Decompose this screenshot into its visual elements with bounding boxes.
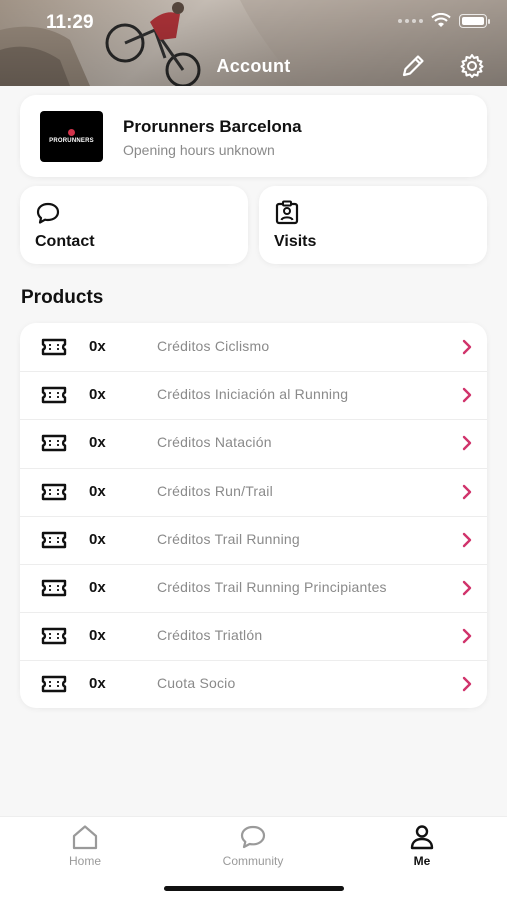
ticket-icon bbox=[41, 531, 67, 548]
tab-home[interactable]: Home bbox=[25, 823, 145, 879]
products-heading: Products bbox=[21, 287, 104, 308]
store-card[interactable]: PRORUNNERS Prorunners Barcelona Opening … bbox=[20, 95, 487, 177]
store-logo: PRORUNNERS bbox=[40, 111, 103, 162]
home-icon bbox=[72, 825, 98, 850]
wifi-icon bbox=[431, 13, 451, 27]
product-quantity: 0x bbox=[89, 675, 106, 693]
product-row[interactable]: 0x Créditos Iniciación al Running bbox=[20, 371, 487, 419]
product-name: Créditos Ciclismo bbox=[157, 338, 270, 354]
chevron-right-icon bbox=[462, 484, 472, 499]
tab-me[interactable]: Me bbox=[362, 823, 482, 879]
ticket-icon bbox=[41, 338, 67, 356]
product-quantity: 0x bbox=[89, 386, 106, 404]
store-name: Prorunners Barcelona bbox=[123, 117, 302, 136]
home-indicator bbox=[164, 886, 344, 891]
chevron-right-icon bbox=[462, 677, 472, 692]
ticket-icon bbox=[41, 579, 67, 597]
product-quantity: 0x bbox=[89, 627, 106, 645]
battery-icon bbox=[459, 13, 490, 28]
gear-icon bbox=[460, 54, 484, 78]
product-name: Créditos Triatlón bbox=[157, 627, 263, 644]
chevron-right-icon bbox=[462, 436, 472, 451]
status-icons bbox=[398, 13, 490, 28]
chevron-right-icon bbox=[462, 580, 472, 596]
product-row[interactable]: 0x Créditos Trail Running Principiantes bbox=[20, 564, 487, 612]
product-row[interactable]: 0x Créditos Ciclismo bbox=[20, 323, 487, 371]
signal-icon bbox=[398, 18, 423, 23]
status-time: 11:29 bbox=[46, 12, 94, 33]
chat-bubble-icon bbox=[240, 825, 266, 849]
product-row[interactable]: 0x Cuota Socio bbox=[20, 660, 487, 708]
chevron-right-icon bbox=[462, 532, 472, 547]
store-hours: Opening hours unknown bbox=[123, 142, 275, 158]
visits-tile[interactable]: Visits bbox=[259, 186, 487, 264]
product-row[interactable]: 0x Créditos Run/Trail bbox=[20, 467, 487, 516]
tab-home-label: Home bbox=[68, 854, 101, 868]
product-quantity: 0x bbox=[89, 579, 106, 596]
tab-me-label: Me bbox=[413, 854, 431, 868]
tab-community-label: Community bbox=[222, 854, 284, 868]
header: 11:29 Account bbox=[0, 0, 507, 86]
products-list: 0x Créditos Ciclismo 0x Créditos Iniciación… bbox=[20, 323, 487, 708]
ticket-icon bbox=[41, 386, 67, 404]
chevron-right-icon bbox=[462, 628, 472, 644]
ticket-icon bbox=[41, 676, 67, 693]
person-icon bbox=[410, 825, 434, 850]
settings-button[interactable] bbox=[458, 52, 486, 80]
ticket-icon bbox=[41, 435, 67, 452]
product-row[interactable]: 0x Créditos Trail Running bbox=[20, 515, 487, 564]
contact-label: Contact bbox=[35, 233, 95, 250]
contact-tile[interactable]: Contact bbox=[20, 186, 248, 264]
product-quantity: 0x bbox=[89, 482, 106, 500]
product-row[interactable]: 0x Créditos Natación bbox=[20, 419, 487, 467]
product-name: Créditos Trail Running Principiantes bbox=[157, 579, 387, 595]
edit-button[interactable] bbox=[399, 52, 427, 80]
visits-label: Visits bbox=[274, 233, 317, 250]
chevron-right-icon bbox=[462, 339, 472, 355]
product-quantity: 0x bbox=[89, 434, 106, 452]
chat-bubble-icon bbox=[36, 202, 60, 224]
product-name: Créditos Trail Running bbox=[157, 530, 300, 547]
product-name: Créditos Iniciación al Running bbox=[157, 386, 349, 403]
ticket-icon bbox=[41, 627, 67, 645]
ticket-icon bbox=[41, 483, 67, 500]
tab-community[interactable]: Community bbox=[193, 823, 313, 879]
pencil-icon bbox=[402, 55, 424, 77]
product-quantity: 0x bbox=[89, 530, 106, 548]
product-quantity: 0x bbox=[89, 338, 106, 355]
chevron-right-icon bbox=[462, 387, 472, 403]
product-name: Créditos Run/Trail bbox=[157, 482, 273, 499]
page-title: Account bbox=[216, 56, 291, 76]
product-row[interactable]: 0x Créditos Triatlón bbox=[20, 612, 487, 660]
product-name: Cuota Socio bbox=[157, 675, 236, 692]
product-name: Créditos Natación bbox=[157, 434, 272, 451]
badge-icon bbox=[275, 200, 299, 225]
